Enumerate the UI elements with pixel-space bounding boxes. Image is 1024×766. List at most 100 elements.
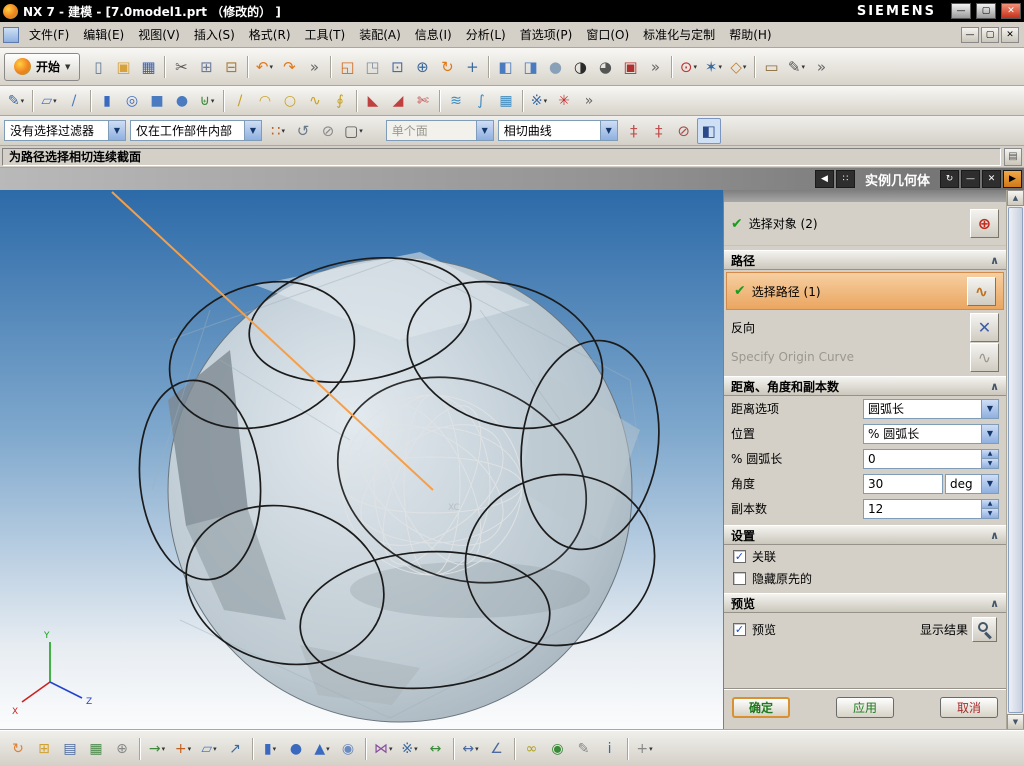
curve-rule-button[interactable]: ∿ [967, 276, 996, 306]
isometric-view-icon[interactable]: ◧ [493, 54, 517, 80]
dropdown-arrow[interactable]: ▾ [269, 63, 273, 71]
apply-button[interactable]: 应用 [836, 697, 894, 718]
menu-item[interactable]: 帮助(H) [722, 23, 778, 46]
extrude-icon[interactable]: ▮ ▾ [258, 737, 282, 761]
pan-view-icon[interactable]: + [460, 54, 484, 80]
chamfer-icon[interactable]: ◢ [386, 89, 410, 113]
ok-button[interactable]: 确定 [732, 697, 790, 718]
layer-icon[interactable]: ▤ [58, 737, 82, 761]
dialog-scrollbar[interactable]: ▲ ▼ [1006, 190, 1024, 730]
angle-value[interactable]: 30 [863, 473, 943, 494]
spin-down-icon[interactable]: ▼ [982, 459, 998, 468]
plane-icon[interactable]: ▱ ▾ [197, 737, 221, 761]
wcs-dynamics-icon[interactable]: ⊕ [110, 737, 134, 761]
dropdown-arrow[interactable]: ▾ [162, 745, 166, 753]
combo-arrow-icon[interactable]: ▼ [982, 473, 999, 494]
datum-plane-icon[interactable]: ▱ ▾ [37, 89, 61, 113]
redo-icon[interactable]: ↷ [277, 54, 301, 80]
synchronous-icon[interactable]: ✳ [552, 89, 576, 113]
scroll-up-icon[interactable]: ▲ [1007, 190, 1024, 206]
scale-icon[interactable]: ↔ [424, 737, 448, 761]
selection-mode-icon[interactable]: ↺ [291, 118, 315, 144]
constraint-icon[interactable]: ◉ [546, 737, 570, 761]
toolbar-overflow-icon[interactable]: » [809, 54, 833, 80]
dropdown-arrow[interactable]: ▾ [21, 97, 25, 105]
mdi-restore-button[interactable]: ▢ [981, 26, 999, 43]
spin-buttons[interactable]: ▲ ▼ [982, 498, 999, 519]
revolve-icon[interactable]: ◎ [120, 89, 144, 113]
spin-up-icon[interactable]: ▲ [982, 499, 998, 509]
associative-checkbox[interactable]: ✓ [733, 549, 746, 563]
prompt-options-button[interactable]: ▤ [1004, 147, 1022, 166]
snap-point-icon[interactable]: ⊙ ▾ [676, 54, 700, 80]
selection-scope-combo[interactable]: 仅在工作部件内部 ▼ [130, 120, 262, 141]
dropdown-arrow[interactable]: ▾ [326, 745, 330, 753]
section-distance-angle-copies[interactable]: 距离、角度和副本数 ∧ [724, 376, 1006, 396]
new-file-icon[interactable]: ▯ [86, 54, 110, 80]
save-icon[interactable]: ▦ [136, 54, 160, 80]
datum-axis-icon[interactable]: / [62, 89, 86, 113]
dialog-forward-button[interactable]: ▶ [1003, 170, 1022, 188]
start-menu-button[interactable]: 开始 ▼ [4, 52, 81, 81]
toolbar-overflow-icon[interactable]: » [302, 54, 326, 80]
customize-icon[interactable]: + ▾ [633, 737, 657, 761]
minimize-button[interactable]: — [951, 3, 971, 19]
dropdown-arrow[interactable]: ▾ [389, 745, 393, 753]
collapse-chevron-icon[interactable]: ∧ [990, 254, 999, 267]
swept-icon[interactable]: ∫ [469, 89, 493, 113]
menu-item[interactable]: 插入(S) [187, 23, 242, 46]
pattern-icon[interactable]: ※ ▾ [398, 737, 422, 761]
dialog-back-button[interactable]: ◀ [814, 170, 834, 188]
menu-item[interactable]: 文件(F) [22, 23, 76, 46]
dropdown-arrow[interactable]: ▾ [273, 745, 277, 753]
unite-icon[interactable]: ⊎ ▾ [195, 89, 219, 113]
dropdown-arrow[interactable]: ▾ [188, 745, 192, 753]
menu-item[interactable]: 工具(T) [298, 23, 353, 46]
spline-icon[interactable]: ∿ [303, 89, 327, 113]
menu-item[interactable]: 窗口(O) [579, 23, 636, 46]
selection-filter-combo[interactable]: 没有选择过滤器 ▼ [4, 120, 126, 141]
collapse-chevron-icon[interactable]: ∧ [990, 529, 999, 542]
collapse-chevron-icon[interactable]: ∧ [990, 597, 999, 610]
zoom-in-out-icon[interactable]: ⊕ [410, 54, 434, 80]
preview-checkbox[interactable]: ✓ [733, 622, 746, 636]
menu-item[interactable]: 信息(I) [408, 23, 459, 46]
menu-item[interactable]: 格式(R) [242, 23, 298, 46]
wireframe-view-icon[interactable]: ◑ [568, 54, 592, 80]
dropdown-arrow[interactable]: ▾ [53, 97, 57, 105]
arc-length-value[interactable]: 0 [863, 448, 982, 469]
angle-control[interactable]: 30 deg ▼ [863, 473, 999, 494]
dropdown-arrow[interactable]: ▾ [282, 127, 286, 135]
refresh-icon[interactable]: ↻ [6, 737, 30, 761]
info-icon[interactable]: i [598, 737, 622, 761]
menu-item[interactable]: 分析(L) [459, 23, 513, 46]
distance-option-combo[interactable]: 圆弧长 ▼ [863, 398, 999, 419]
dropdown-arrow[interactable]: ▾ [649, 745, 653, 753]
combo-arrow-icon[interactable]: ▼ [982, 423, 999, 444]
edge-blend-icon[interactable]: ◣ [361, 89, 385, 113]
menu-item[interactable]: 首选项(P) [513, 23, 580, 46]
dropdown-arrow[interactable]: ▾ [743, 63, 747, 71]
extrude-icon[interactable]: ▮ [95, 89, 119, 113]
collapse-chevron-icon[interactable]: ∧ [990, 380, 999, 393]
menu-item[interactable]: 视图(V) [131, 23, 187, 46]
select-path-row[interactable]: ✔ 选择路径 (1) ∿ [726, 272, 1004, 310]
dropdown-arrow[interactable]: ▾ [801, 63, 805, 71]
dialog-close-button[interactable]: ✕ [982, 170, 1001, 188]
dialog-minimize-button[interactable]: — [961, 170, 980, 188]
vector-icon[interactable]: ↗ [223, 737, 247, 761]
close-button[interactable]: ✕ [1001, 3, 1021, 19]
arc-length-spinner[interactable]: 0 ▲ ▼ [863, 448, 999, 469]
no-selection-icon[interactable]: ⊘ [672, 118, 696, 144]
menu-item[interactable]: 标准化与定制 [636, 23, 722, 46]
instance-feature-icon[interactable]: ※ ▾ [527, 89, 551, 113]
position-combo[interactable]: % 圆弧长 ▼ [863, 423, 999, 444]
dropdown-arrow[interactable]: ▾ [475, 745, 479, 753]
line-icon[interactable]: / [228, 89, 252, 113]
rotate-view-icon[interactable]: ↻ [435, 54, 459, 80]
mesh-surface-icon[interactable]: ▦ [494, 89, 518, 113]
link-icon[interactable]: ∞ [520, 737, 544, 761]
cut-icon[interactable]: ✂ [169, 54, 193, 80]
circle-icon[interactable]: ○ [278, 89, 302, 113]
cone-icon[interactable]: ▲ ▾ [310, 737, 334, 761]
